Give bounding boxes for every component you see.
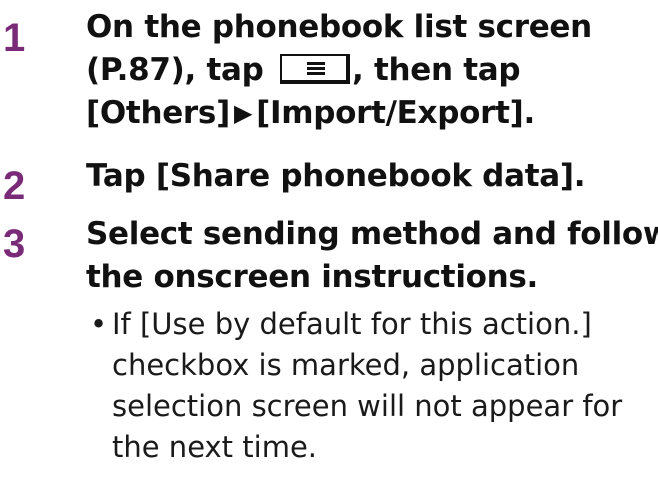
note: • If [Use by default for this action.] c…: [90, 304, 656, 468]
menu-path-item: [Import/Export].: [256, 95, 535, 131]
step-line: Select sending method and follow: [86, 216, 658, 252]
step-line: [Others] ▶ [Import/Export].: [86, 92, 656, 135]
arrow-right-icon: ▶: [233, 99, 253, 127]
step-instruction: Select sending method and follow the ons…: [86, 213, 658, 299]
step-line: the onscreen instructions.: [86, 259, 539, 295]
step-number: 3: [3, 222, 26, 266]
step-instruction: Tap [Share phonebook data].: [86, 155, 656, 198]
note-text: If [Use by default for this action.] che…: [112, 307, 623, 464]
step-text-segment: , then tap: [351, 52, 521, 88]
bullet-icon: •: [90, 307, 108, 341]
step-line: On the phonebook list screen: [86, 9, 592, 45]
step-number: 2: [3, 164, 26, 208]
menu-path-item: [Others]: [86, 95, 230, 131]
menu-key-icon: [279, 54, 350, 84]
step-line: Tap [Share phonebook data].: [86, 158, 586, 194]
step-instruction: On the phonebook list screen (P.87), tap…: [86, 6, 656, 135]
step-number: 1: [3, 16, 26, 60]
step-text-segment: (P.87), tap: [86, 52, 264, 88]
step-line: (P.87), tap , then tap: [86, 49, 656, 92]
